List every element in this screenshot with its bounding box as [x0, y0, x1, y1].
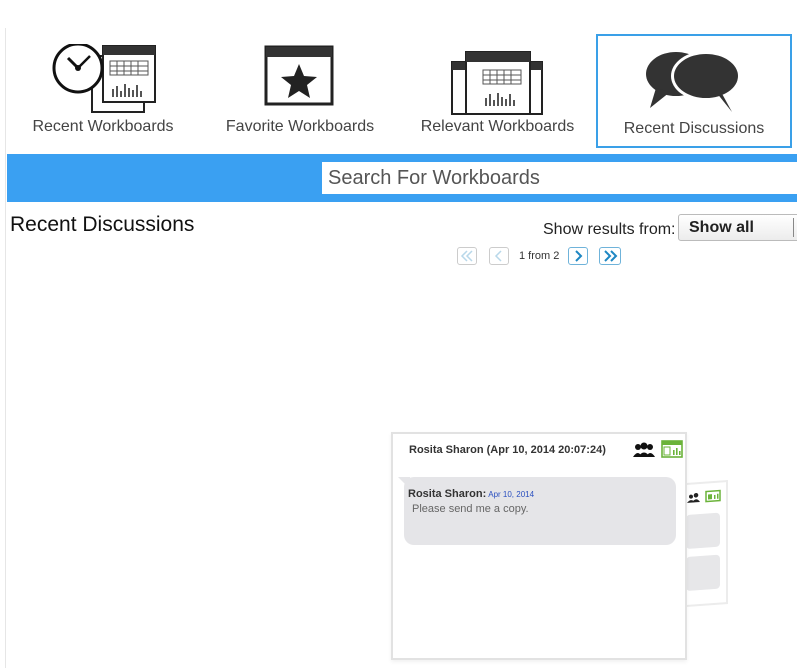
filter-label: Show results from:	[543, 221, 676, 238]
message-date: Apr 10, 2014	[488, 490, 535, 499]
tab-bar: Recent Workboards Favorite Workboards Re…	[0, 0, 797, 152]
select-value: Show all	[689, 219, 754, 236]
page-title: Recent Discussions	[10, 213, 195, 236]
tab-label: Favorite Workboards	[225, 118, 375, 135]
group-icon[interactable]	[633, 442, 655, 458]
stacked-workboards-icon	[400, 44, 595, 115]
message-text: Please send me a copy.	[412, 503, 529, 515]
speech-bubbles-icon	[598, 46, 790, 116]
tab-recent-workboards[interactable]: Recent Workboards	[10, 34, 196, 148]
first-page-button[interactable]	[457, 247, 477, 265]
tab-relevant-workboards[interactable]: Relevant Workboards	[400, 34, 595, 148]
page-info: 1 from 2	[519, 250, 560, 262]
double-chevron-left-icon	[460, 250, 473, 262]
tab-label: Relevant Workboards	[420, 118, 575, 135]
message-placeholder	[686, 554, 720, 591]
workboard-icon[interactable]	[661, 440, 683, 458]
double-chevron-right-icon	[604, 250, 618, 262]
tab-label: Recent Discussions	[623, 120, 765, 137]
last-page-button[interactable]	[599, 247, 621, 265]
tab-label: Recent Workboards	[32, 118, 174, 135]
select-divider	[793, 218, 794, 237]
message-author: Rosita Sharon:	[408, 488, 487, 500]
group-workboard-icon	[687, 489, 721, 503]
clock-workboard-icon	[10, 42, 196, 114]
search-input[interactable]	[322, 162, 797, 194]
tab-favorite-workboards[interactable]: Favorite Workboards	[205, 34, 395, 148]
message-meta: Rosita Sharon: Apr 10, 2014	[408, 488, 534, 500]
tab-recent-discussions[interactable]: Recent Discussions	[596, 34, 792, 148]
message-placeholder	[686, 512, 720, 549]
search-bar	[7, 154, 797, 202]
discussion-card[interactable]: Rosita Sharon (Apr 10, 2014 20:07:24) Ro…	[391, 432, 687, 660]
prev-page-button[interactable]	[489, 247, 509, 265]
next-page-button[interactable]	[568, 247, 588, 265]
discussion-header: Rosita Sharon (Apr 10, 2014 20:07:24)	[409, 444, 606, 456]
star-workboard-icon	[205, 44, 395, 114]
chevron-right-icon	[575, 250, 583, 262]
results-filter-select[interactable]: Show all	[678, 214, 797, 241]
chevron-left-icon	[494, 250, 502, 262]
message-bubble: Rosita Sharon: Apr 10, 2014 Please send m…	[398, 477, 676, 545]
